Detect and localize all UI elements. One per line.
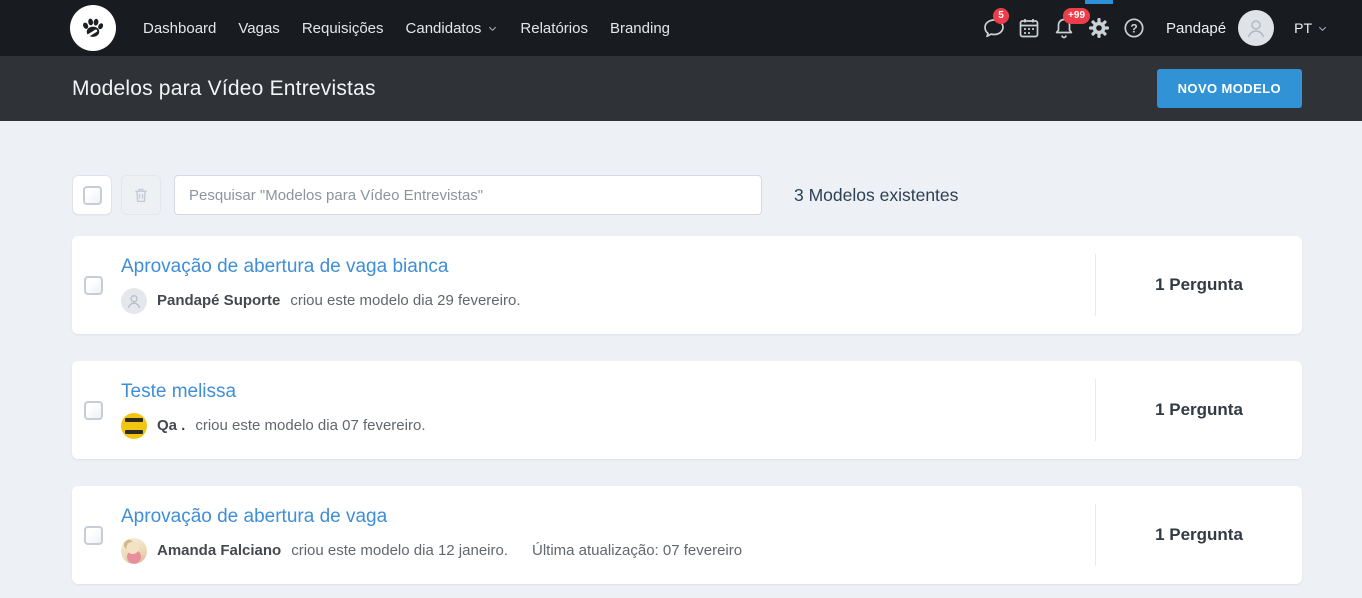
paw-icon	[78, 13, 108, 43]
chevron-down-icon	[1317, 23, 1328, 34]
created-text: criou este modelo dia 07 fevereiro.	[195, 417, 425, 434]
author-avatar	[121, 413, 147, 439]
nav-item-relatorios[interactable]: Relatórios	[509, 11, 599, 46]
messages-button[interactable]: 5	[982, 16, 1006, 40]
trash-icon	[132, 186, 150, 204]
settings-button[interactable]	[1087, 16, 1111, 40]
nav-item-branding[interactable]: Branding	[599, 11, 681, 46]
nav-item-label: Relatórios	[520, 20, 588, 37]
model-card: Aprovação de abertura de vaga Amanda Fal…	[72, 486, 1302, 584]
person-icon	[125, 292, 143, 310]
search-input[interactable]	[174, 175, 762, 215]
calendar-button[interactable]	[1017, 16, 1041, 40]
model-card: Aprovação de abertura de vaga bianca Pan…	[72, 236, 1302, 334]
language-selector[interactable]: PT	[1294, 20, 1328, 36]
model-title-link[interactable]: Aprovação de abertura de vaga	[121, 506, 387, 529]
nav-item-label: Candidatos	[406, 20, 482, 37]
nav-item-label: Branding	[610, 20, 670, 37]
nav-item-candidatos[interactable]: Candidatos	[395, 11, 510, 46]
calendar-icon	[1017, 16, 1041, 40]
nav-item-label: Dashboard	[143, 20, 216, 37]
navbar-right-cluster: 5 +99	[971, 10, 1328, 46]
author-avatar	[121, 288, 147, 314]
page-header: Modelos para Vídeo Entrevistas NOVO MODE…	[0, 56, 1362, 121]
question-count: 1 Pergunta	[1096, 525, 1302, 545]
select-all-checkbox-wrap[interactable]	[72, 175, 112, 215]
delete-selected-button[interactable]	[121, 175, 161, 215]
help-button[interactable]: ?	[1122, 16, 1146, 40]
page-title: Modelos para Vídeo Entrevistas	[72, 77, 376, 101]
gear-icon	[1087, 16, 1111, 40]
list-toolbar: 3 Modelos existentes	[72, 175, 1302, 215]
account-name[interactable]: Pandapé	[1166, 20, 1226, 37]
model-info: Aprovação de abertura de vaga Amanda Fal…	[121, 506, 1095, 564]
model-checkbox[interactable]	[84, 401, 103, 420]
chevron-down-icon	[487, 23, 498, 34]
question-count: 1 Pergunta	[1096, 275, 1302, 295]
top-navbar: Dashboard Vagas Requisições Candidatos R…	[0, 0, 1362, 56]
created-text: criou este modelo dia 29 fevereiro.	[290, 292, 520, 309]
language-label: PT	[1294, 20, 1312, 36]
svg-text:?: ?	[1130, 21, 1137, 35]
author-name: Qa .	[157, 417, 185, 434]
updated-text: Última atualização: 07 fevereiro	[532, 542, 742, 559]
model-info: Teste melissa Qa . criou este modelo dia…	[121, 381, 1095, 439]
model-meta: Pandapé Suporte criou este modelo dia 29…	[121, 288, 1095, 314]
model-info: Aprovação de abertura de vaga bianca Pan…	[121, 256, 1095, 314]
user-avatar[interactable]	[1238, 10, 1274, 46]
model-meta: Amanda Falciano criou este modelo dia 12…	[121, 538, 1095, 564]
model-checkbox[interactable]	[84, 276, 103, 295]
messages-badge: 5	[993, 8, 1009, 24]
new-model-button[interactable]: NOVO MODELO	[1157, 69, 1302, 108]
author-avatar	[121, 538, 147, 564]
person-icon	[1244, 16, 1268, 40]
nav-item-vagas[interactable]: Vagas	[227, 11, 290, 46]
nav-item-label: Requisições	[302, 20, 384, 37]
model-card: Teste melissa Qa . criou este modelo dia…	[72, 361, 1302, 459]
nav-item-label: Vagas	[238, 20, 279, 37]
model-title-link[interactable]: Aprovação de abertura de vaga bianca	[121, 256, 448, 279]
select-all-checkbox[interactable]	[83, 186, 102, 205]
model-title-link[interactable]: Teste melissa	[121, 381, 236, 404]
nav-item-dashboard[interactable]: Dashboard	[132, 11, 227, 46]
author-name: Amanda Falciano	[157, 542, 281, 559]
help-icon: ?	[1122, 16, 1146, 40]
created-text: criou este modelo dia 12 janeiro.	[291, 542, 508, 559]
models-count: 3 Modelos existentes	[794, 185, 958, 206]
main-menu: Dashboard Vagas Requisições Candidatos R…	[132, 11, 681, 46]
content-area: 3 Modelos existentes Aprovação de abertu…	[0, 121, 1362, 584]
nav-item-requisicoes[interactable]: Requisições	[291, 11, 395, 46]
model-meta: Qa . criou este modelo dia 07 fevereiro.	[121, 413, 1095, 439]
notifications-button[interactable]: +99	[1052, 16, 1076, 40]
app-logo[interactable]	[70, 5, 116, 51]
question-count: 1 Pergunta	[1096, 400, 1302, 420]
author-name: Pandapé Suporte	[157, 292, 280, 309]
model-checkbox[interactable]	[84, 526, 103, 545]
notifications-badge: +99	[1063, 8, 1090, 24]
